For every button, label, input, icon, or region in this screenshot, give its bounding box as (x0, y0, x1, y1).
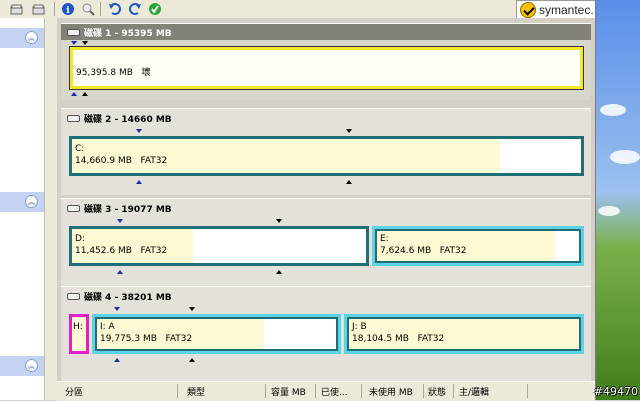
partition-j[interactable]: J: B 18,104.5 MB FAT32 (344, 314, 584, 354)
collapse-chevron-icon[interactable]: ︽ (25, 31, 38, 44)
magnify-icon[interactable] (80, 1, 96, 17)
toolbar-separator (54, 2, 55, 16)
column-header-used[interactable]: 已使... (321, 385, 348, 398)
symantec-logo: symantec. (516, 0, 600, 20)
marker-down-icon (346, 129, 352, 133)
marker-up-icon (82, 92, 88, 96)
marker-up-icon (117, 270, 123, 274)
undo-icon[interactable] (107, 1, 123, 17)
marker-down-icon (276, 219, 282, 223)
column-header-capacity[interactable]: 容量 MB (271, 385, 306, 398)
hard-disk-icon (67, 28, 80, 36)
partition-c[interactable]: C: 14,660.9 MB FAT32 (69, 136, 584, 176)
disk-icon[interactable] (8, 1, 24, 17)
redo-icon[interactable] (127, 1, 143, 17)
disk-row-4[interactable]: 磁碟 4 - 38201 MB H: I: A 19,775.3 MB FAT3… (61, 286, 591, 381)
hard-disk-icon (67, 204, 80, 212)
partition-bad[interactable]: 95,395.8 MB 壞 (69, 46, 584, 90)
disk-title: 磁碟 3 - 19077 MB (67, 201, 172, 215)
marker-down-icon (117, 219, 123, 223)
collapse-chevron-icon[interactable]: ︽ (25, 195, 38, 208)
column-header-unused[interactable]: 未使用 MB (369, 385, 413, 398)
task-group-header[interactable]: ︽ (0, 192, 44, 212)
disk-map-pane: 磁碟 1 - 95395 MB 95,395.8 MB 壞 磁碟 2 - 146… (57, 18, 595, 381)
hard-disk-icon (67, 114, 80, 122)
toolbar-separator (100, 2, 101, 16)
marker-up-icon (114, 358, 120, 362)
partition-i[interactable]: I: A 19,775.3 MB FAT32 (92, 314, 341, 354)
marker-down-icon (189, 307, 195, 311)
marker-up-icon (346, 180, 352, 184)
column-header-type[interactable]: 類型 (187, 385, 205, 398)
cloud-shape (598, 206, 620, 216)
partition-h[interactable]: H: (69, 314, 89, 354)
pane-splitter[interactable] (44, 18, 57, 400)
disk-row-2[interactable]: 磁碟 2 - 14660 MB C: 14,660.9 MB FAT32 (61, 108, 591, 195)
left-task-pane: ︽ ︽ ︽ (0, 18, 44, 400)
column-header-primary-logical[interactable]: 主/邏輯 (459, 385, 489, 398)
apply-check-icon[interactable] (147, 1, 163, 17)
info-icon[interactable]: i (60, 1, 76, 17)
marker-up-icon (276, 270, 282, 274)
disk-title: 磁碟 4 - 38201 MB (67, 289, 172, 303)
watermark-text: #49470 (593, 385, 638, 398)
marker-down-icon (114, 307, 120, 311)
svg-text:i: i (66, 6, 70, 16)
disk-icon[interactable] (30, 1, 46, 17)
column-header-status[interactable]: 狀態 (428, 385, 446, 398)
marker-up-icon (136, 180, 142, 184)
task-group-header[interactable]: ︽ (0, 28, 44, 48)
marker-up-icon (189, 358, 195, 362)
partition-table-header: 分區 類型 容量 MB 已使... 未使用 MB 狀態 主/邏輯 (57, 381, 595, 401)
marker-down-icon (82, 41, 88, 45)
marker-up-icon (71, 92, 77, 96)
task-group-header[interactable]: ︽ (0, 356, 44, 376)
disk-title: 磁碟 1 - 95395 MB (61, 24, 591, 40)
disk-row-3[interactable]: 磁碟 3 - 19077 MB D: 11,452.6 MB FAT32 E: … (61, 198, 591, 287)
collapse-chevron-icon[interactable]: ︽ (25, 359, 38, 372)
cloud-shape (600, 104, 626, 116)
logo-check-icon (520, 2, 536, 18)
hard-disk-icon (67, 292, 80, 300)
partition-e[interactable]: E: 7,624.6 MB FAT32 (372, 226, 584, 266)
partition-d[interactable]: D: 11,452.6 MB FAT32 (69, 226, 369, 266)
marker-down-icon (71, 41, 77, 45)
disk-title: 磁碟 2 - 14660 MB (67, 111, 172, 125)
disk-row-1[interactable]: 磁碟 1 - 95395 MB 95,395.8 MB 壞 (61, 23, 591, 100)
column-header-partition[interactable]: 分區 (65, 385, 83, 398)
toolbar: i symantec. (0, 0, 600, 20)
cloud-shape (610, 150, 640, 164)
desktop-background (595, 0, 640, 400)
marker-down-icon (136, 129, 142, 133)
logo-text: symantec. (539, 3, 594, 17)
